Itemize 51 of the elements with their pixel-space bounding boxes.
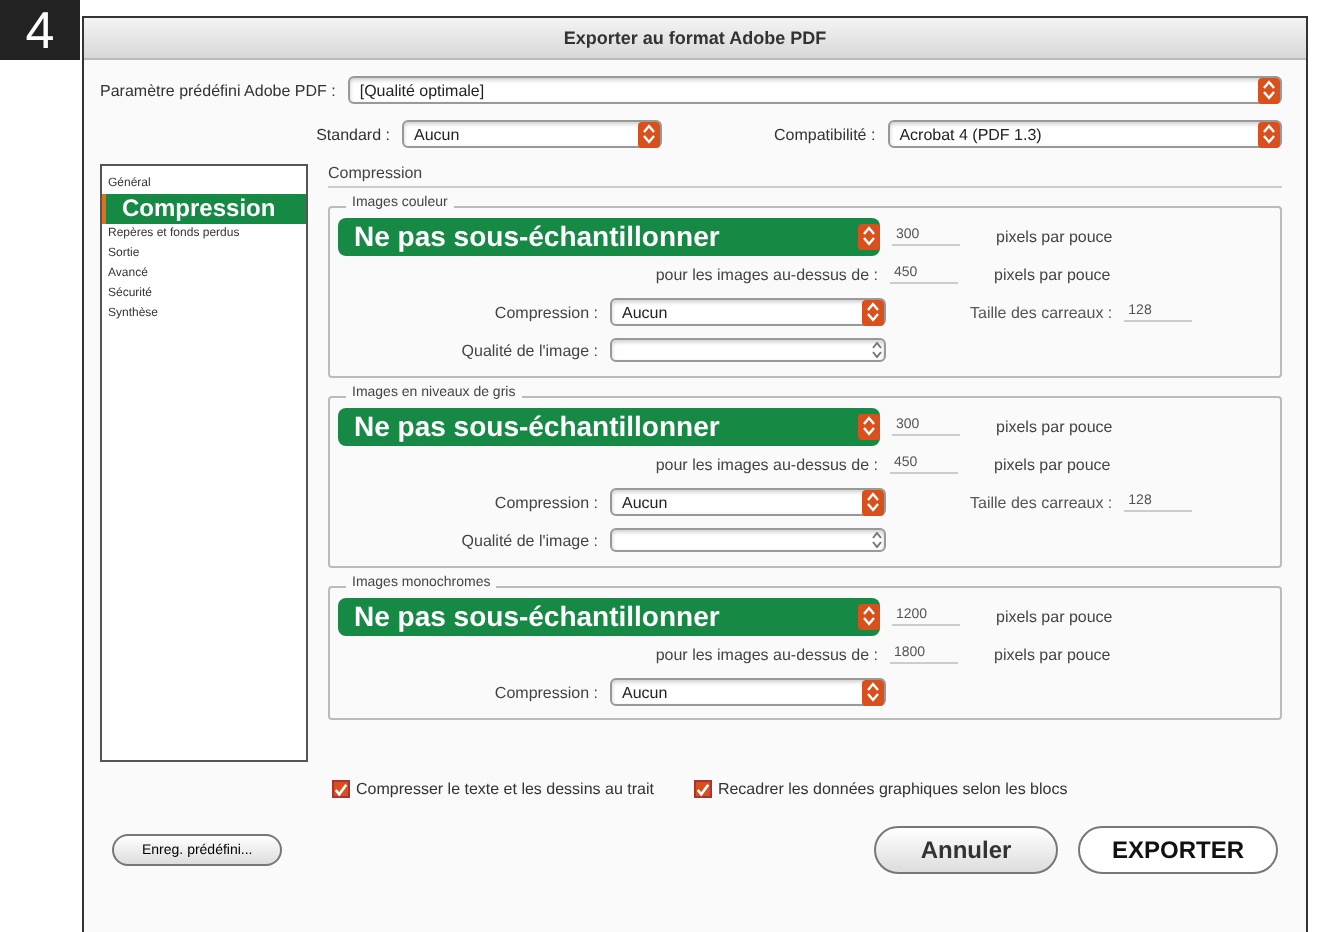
field-label: pour les images au-dessus de : — [653, 645, 878, 663]
checkbox-label: Recadrer les données graphiques selon les blocs — [717, 780, 1068, 798]
checkbox-label: Compresser le texte et les dessins au trait — [356, 780, 654, 798]
field-label: Compression : — [492, 303, 598, 321]
cancel-button[interactable]: Annuler — [874, 826, 1058, 874]
dropdown-arrows-icon — [862, 679, 884, 705]
standard-dropdown[interactable]: Aucun — [402, 120, 662, 148]
dropdown-arrows-icon — [858, 413, 880, 439]
field-label: Qualité de l'image : — [459, 531, 598, 549]
unit-label: pixels par pouce — [996, 417, 1113, 435]
dropdown-arrows-icon — [862, 299, 884, 325]
unit-label: pixels par pouce — [996, 227, 1113, 245]
field-label: Paramètre prédéfini Adobe PDF : — [100, 81, 336, 99]
field-label: Qualité de l'image : — [459, 341, 598, 359]
quality-dropdown[interactable] — [610, 338, 886, 362]
sidebar-item[interactable]: Compression — [102, 194, 306, 224]
checkbox[interactable] — [693, 780, 712, 798]
export-button[interactable]: EXPORTER — [1078, 826, 1278, 874]
field-label: Compression : — [492, 683, 598, 701]
sampling-dropdown[interactable]: Ne pas sous-échantillonner — [338, 407, 880, 445]
window-title: Exporter au format Adobe PDF — [84, 18, 1306, 60]
compression-dropdown[interactable]: Aucun — [610, 298, 886, 326]
dropdown-arrows-icon — [638, 121, 660, 147]
unit-label: pixels par pouce — [994, 455, 1111, 473]
dropdown-arrows-icon — [858, 223, 880, 249]
stepper-icon — [868, 342, 884, 358]
field-label: Standard : — [314, 125, 390, 143]
stepper-icon — [868, 532, 884, 548]
field-label: Compression : — [492, 493, 598, 511]
sampling-dropdown[interactable]: Ne pas sous-échantillonner — [338, 597, 880, 635]
field-label: Taille des carreaux : — [970, 303, 1113, 321]
dropdown-arrows-icon — [862, 489, 884, 515]
checkbox[interactable] — [332, 780, 350, 798]
quality-dropdown[interactable] — [610, 528, 886, 552]
unit-label: pixels par pouce — [996, 607, 1113, 625]
unit-label: pixels par pouce — [994, 645, 1111, 663]
compression-dropdown[interactable]: Aucun — [610, 678, 886, 706]
dropdown-arrows-icon — [858, 603, 880, 629]
dropdown-arrows-icon — [1258, 77, 1280, 103]
field-label: pour les images au-dessus de : — [653, 455, 878, 473]
compression-dropdown[interactable]: Aucun — [610, 488, 886, 516]
field-label: pour les images au-dessus de : — [653, 265, 878, 283]
panel-title: Compression — [328, 164, 1282, 188]
compatibility-dropdown[interactable]: Acrobat 4 (PDF 1.3) — [887, 120, 1282, 148]
dropdown-arrows-icon — [1258, 121, 1280, 147]
field-label: Compatibilité : — [774, 125, 876, 143]
preset-dropdown[interactable]: [Qualité optimale] — [347, 76, 1282, 104]
field-label: Taille des carreaux : — [970, 493, 1113, 511]
sampling-dropdown[interactable]: Ne pas sous-échantillonner — [338, 217, 880, 255]
step-number: 4 — [0, 0, 80, 60]
unit-label: pixels par pouce — [994, 265, 1111, 283]
